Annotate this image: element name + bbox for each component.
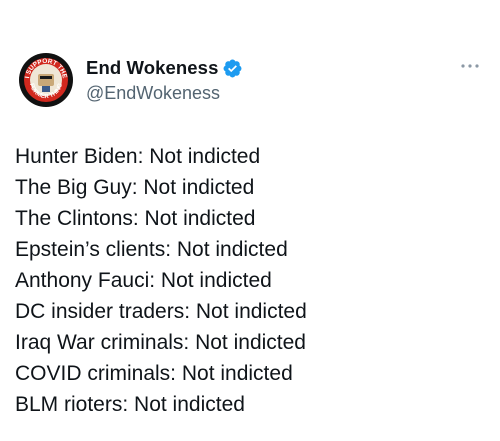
tweet-line: Iraq War criminals: Not indicted	[15, 331, 306, 354]
more-options-icon	[461, 64, 479, 68]
tweet-header: I SUPPORT THE FORMER THING End Wokeness …	[18, 52, 482, 112]
more-options-button[interactable]	[458, 56, 482, 76]
author-handle[interactable]: @EndWokeness	[86, 83, 220, 104]
verified-badge-icon	[222, 58, 243, 79]
author-name-row: End Wokeness	[86, 56, 243, 80]
author-display-name[interactable]: End Wokeness	[86, 57, 218, 79]
avatar-logo-icon: I SUPPORT THE FORMER THING	[18, 52, 74, 108]
tweet-line: COVID criminals: Not indicted	[15, 362, 293, 385]
tweet-text: Hunter Biden: Not indicted The Big Guy: …	[15, 141, 485, 420]
tweet-line: BLM rioters: Not indicted	[15, 393, 245, 416]
tweet-card: I SUPPORT THE FORMER THING End Wokeness …	[0, 0, 500, 441]
tweet-line: Anthony Fauci: Not indicted	[15, 269, 272, 292]
tweet-line: Hunter Biden: Not indicted	[15, 145, 261, 168]
tweet-line: Epstein’s clients: Not indicted	[15, 238, 288, 261]
tweet-line: DC insider traders: Not indicted	[15, 300, 307, 323]
tweet-line: The Big Guy: Not indicted	[15, 176, 255, 199]
tweet-line: The Clintons: Not indicted	[15, 207, 256, 230]
avatar[interactable]: I SUPPORT THE FORMER THING	[18, 52, 74, 108]
